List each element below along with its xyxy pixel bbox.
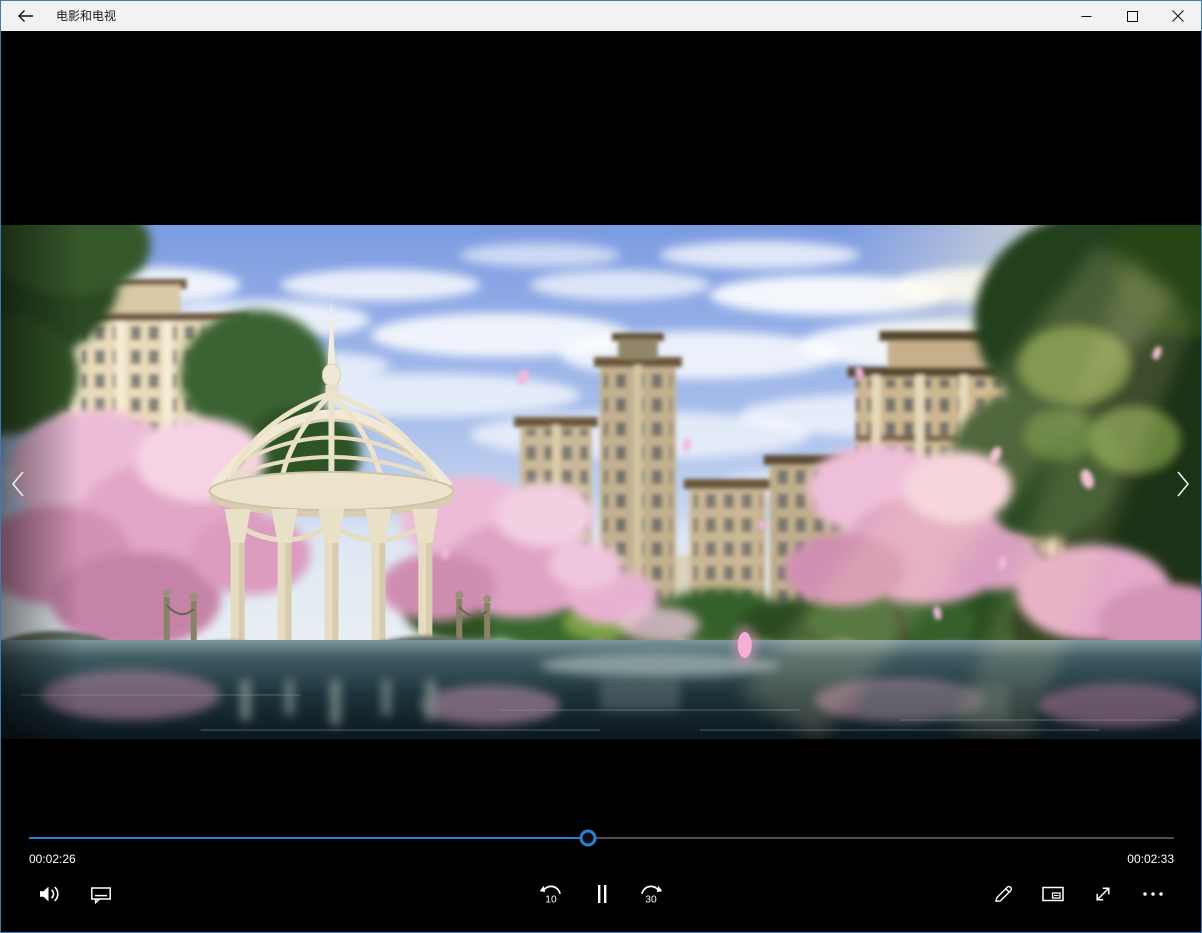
minimize-button[interactable]	[1063, 1, 1109, 31]
edit-button[interactable]	[983, 874, 1023, 914]
close-button[interactable]	[1155, 1, 1201, 31]
volume-button[interactable]	[30, 874, 70, 914]
back-button[interactable]	[1, 1, 49, 31]
skip-back-10-icon: 10	[538, 881, 564, 907]
titlebar: 电影和电视	[1, 1, 1201, 31]
volume-icon	[37, 882, 63, 906]
window-controls	[1063, 1, 1201, 31]
minimize-icon	[1081, 11, 1092, 22]
elapsed-time: 00:02:26	[29, 852, 76, 866]
previous-button[interactable]	[5, 468, 31, 500]
pause-icon	[591, 882, 613, 906]
player-area: 00:02:26 00:02:33 10	[1, 31, 1201, 932]
seek-fill	[29, 837, 588, 839]
more-options-button[interactable]	[1133, 874, 1173, 914]
app-window: 电影和电视	[0, 0, 1202, 933]
subtitles-icon	[89, 882, 113, 906]
skip-forward-30-button[interactable]: 30	[631, 874, 671, 914]
fullscreen-icon	[1091, 882, 1115, 906]
edit-pencil-icon	[991, 882, 1015, 906]
skip-back-10-button[interactable]: 10	[531, 874, 571, 914]
subtitles-button[interactable]	[81, 874, 121, 914]
skip-forward-30-icon: 30	[638, 881, 664, 907]
chevron-right-icon	[1175, 469, 1191, 499]
chevron-left-icon	[10, 469, 26, 499]
close-icon	[1172, 10, 1184, 22]
svg-text:30: 30	[645, 895, 657, 906]
maximize-button[interactable]	[1109, 1, 1155, 31]
more-dots-icon	[1140, 882, 1166, 906]
video-frame[interactable]	[1, 225, 1201, 739]
remaining-time: 00:02:33	[1127, 852, 1174, 866]
back-arrow-icon	[17, 8, 34, 24]
seek-track[interactable]	[29, 837, 1174, 839]
svg-text:10: 10	[545, 895, 557, 906]
pause-button[interactable]	[582, 874, 622, 914]
maximize-icon	[1127, 11, 1138, 22]
seek-bar[interactable]	[29, 831, 1174, 845]
video-art	[1, 225, 1201, 739]
mini-player-button[interactable]	[1033, 874, 1073, 914]
fullscreen-button[interactable]	[1083, 874, 1123, 914]
next-button[interactable]	[1170, 468, 1196, 500]
app-title: 电影和电视	[56, 1, 116, 31]
mini-player-icon	[1040, 882, 1066, 906]
seek-thumb[interactable]	[579, 830, 596, 847]
